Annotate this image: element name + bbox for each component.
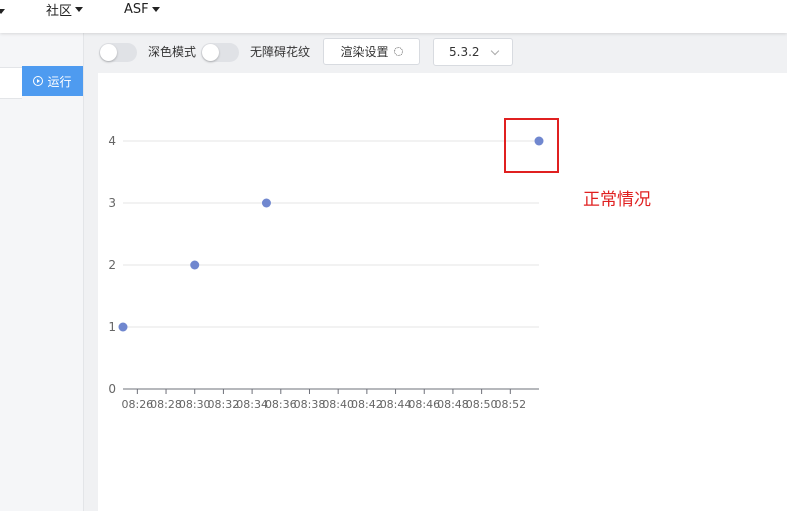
preview-toolbar: 深色模式 无障碍花纹 渲染设置 5.3.2 xyxy=(84,33,787,71)
nav-item-asf-label: ASF xyxy=(124,1,149,17)
y-tick-label: 3 xyxy=(108,196,116,210)
y-tick-label: 0 xyxy=(108,382,116,396)
chevron-down-icon xyxy=(75,6,84,12)
nav-item-community-label: 社区 xyxy=(46,3,73,19)
annotation-highlight-box xyxy=(504,118,559,173)
data-point xyxy=(118,322,128,332)
x-tick-label: 08:26 xyxy=(121,398,153,411)
x-tick-label: 08:52 xyxy=(494,398,526,411)
play-circle-icon xyxy=(33,76,44,86)
editor-tab-area[interactable] xyxy=(0,67,22,99)
chevron-down-icon xyxy=(490,46,500,56)
scatter-chart: 0 1 2 3 4 08:2608:2808:3008:3208:3408:3608:38… xyxy=(108,118,559,411)
x-tick-label: 08:36 xyxy=(265,398,297,411)
x-tick-label: 08:46 xyxy=(408,398,440,411)
render-settings-button[interactable]: 渲染设置 xyxy=(323,38,420,65)
x-tick-label: 08:28 xyxy=(150,398,182,411)
accessibility-pattern-label: 无障碍花纹 xyxy=(250,45,311,59)
run-button[interactable]: 运行 xyxy=(22,66,83,96)
dark-mode-label: 深色模式 xyxy=(148,45,197,59)
data-point xyxy=(261,198,271,208)
accessibility-pattern-toggle[interactable] xyxy=(201,43,239,62)
x-tick-label: 08:40 xyxy=(322,398,354,411)
code-editor-panel: 运行 xyxy=(0,33,84,511)
render-settings-label: 渲染设置 xyxy=(340,45,389,59)
y-tick-label: 4 xyxy=(108,134,116,148)
chart-container: 0 1 2 3 4 08:26 08:28 08:30 08:32 08:34 08:36 08:38… xyxy=(98,73,787,511)
version-select-value: 5.3.2 xyxy=(449,45,480,59)
y-tick-label: 1 xyxy=(108,320,116,334)
dark-mode-toggle[interactable] xyxy=(99,43,137,62)
x-tick-label: 08:32 xyxy=(208,398,240,411)
x-tick-label: 08:44 xyxy=(380,398,412,411)
app-root: 社区 ASF 运行 深色模式 无障碍花纹 渲染设置 5.3.2 0 1 2 3 … xyxy=(0,0,787,511)
gear-icon xyxy=(393,47,403,56)
annotation-label: 正常情况 xyxy=(583,190,651,210)
y-tick-label: 2 xyxy=(108,258,116,272)
chevron-down-icon[interactable] xyxy=(0,9,5,14)
top-navigation-bar: 社区 ASF xyxy=(0,0,787,33)
chevron-down-icon xyxy=(151,6,160,12)
version-select[interactable]: 5.3.2 xyxy=(433,38,513,66)
x-tick-label: 08:38 xyxy=(294,398,326,411)
x-tick-label: 08:50 xyxy=(466,398,498,411)
nav-item-asf[interactable]: ASF xyxy=(124,0,160,18)
run-button-label: 运行 xyxy=(47,74,72,89)
toggle-knob xyxy=(100,44,117,61)
x-tick-label: 08:42 xyxy=(351,398,383,411)
data-point xyxy=(534,136,544,146)
data-point xyxy=(190,260,200,270)
nav-item-community[interactable]: 社区 xyxy=(46,0,84,19)
x-tick-label: 08:48 xyxy=(437,398,469,411)
x-tick-label: 08:30 xyxy=(179,398,211,411)
x-tick-label: 08:34 xyxy=(236,398,268,411)
preview-panel: 深色模式 无障碍花纹 渲染设置 5.3.2 0 1 2 3 4 08:26 08:28 08:… xyxy=(84,33,787,511)
toggle-knob xyxy=(202,44,219,61)
